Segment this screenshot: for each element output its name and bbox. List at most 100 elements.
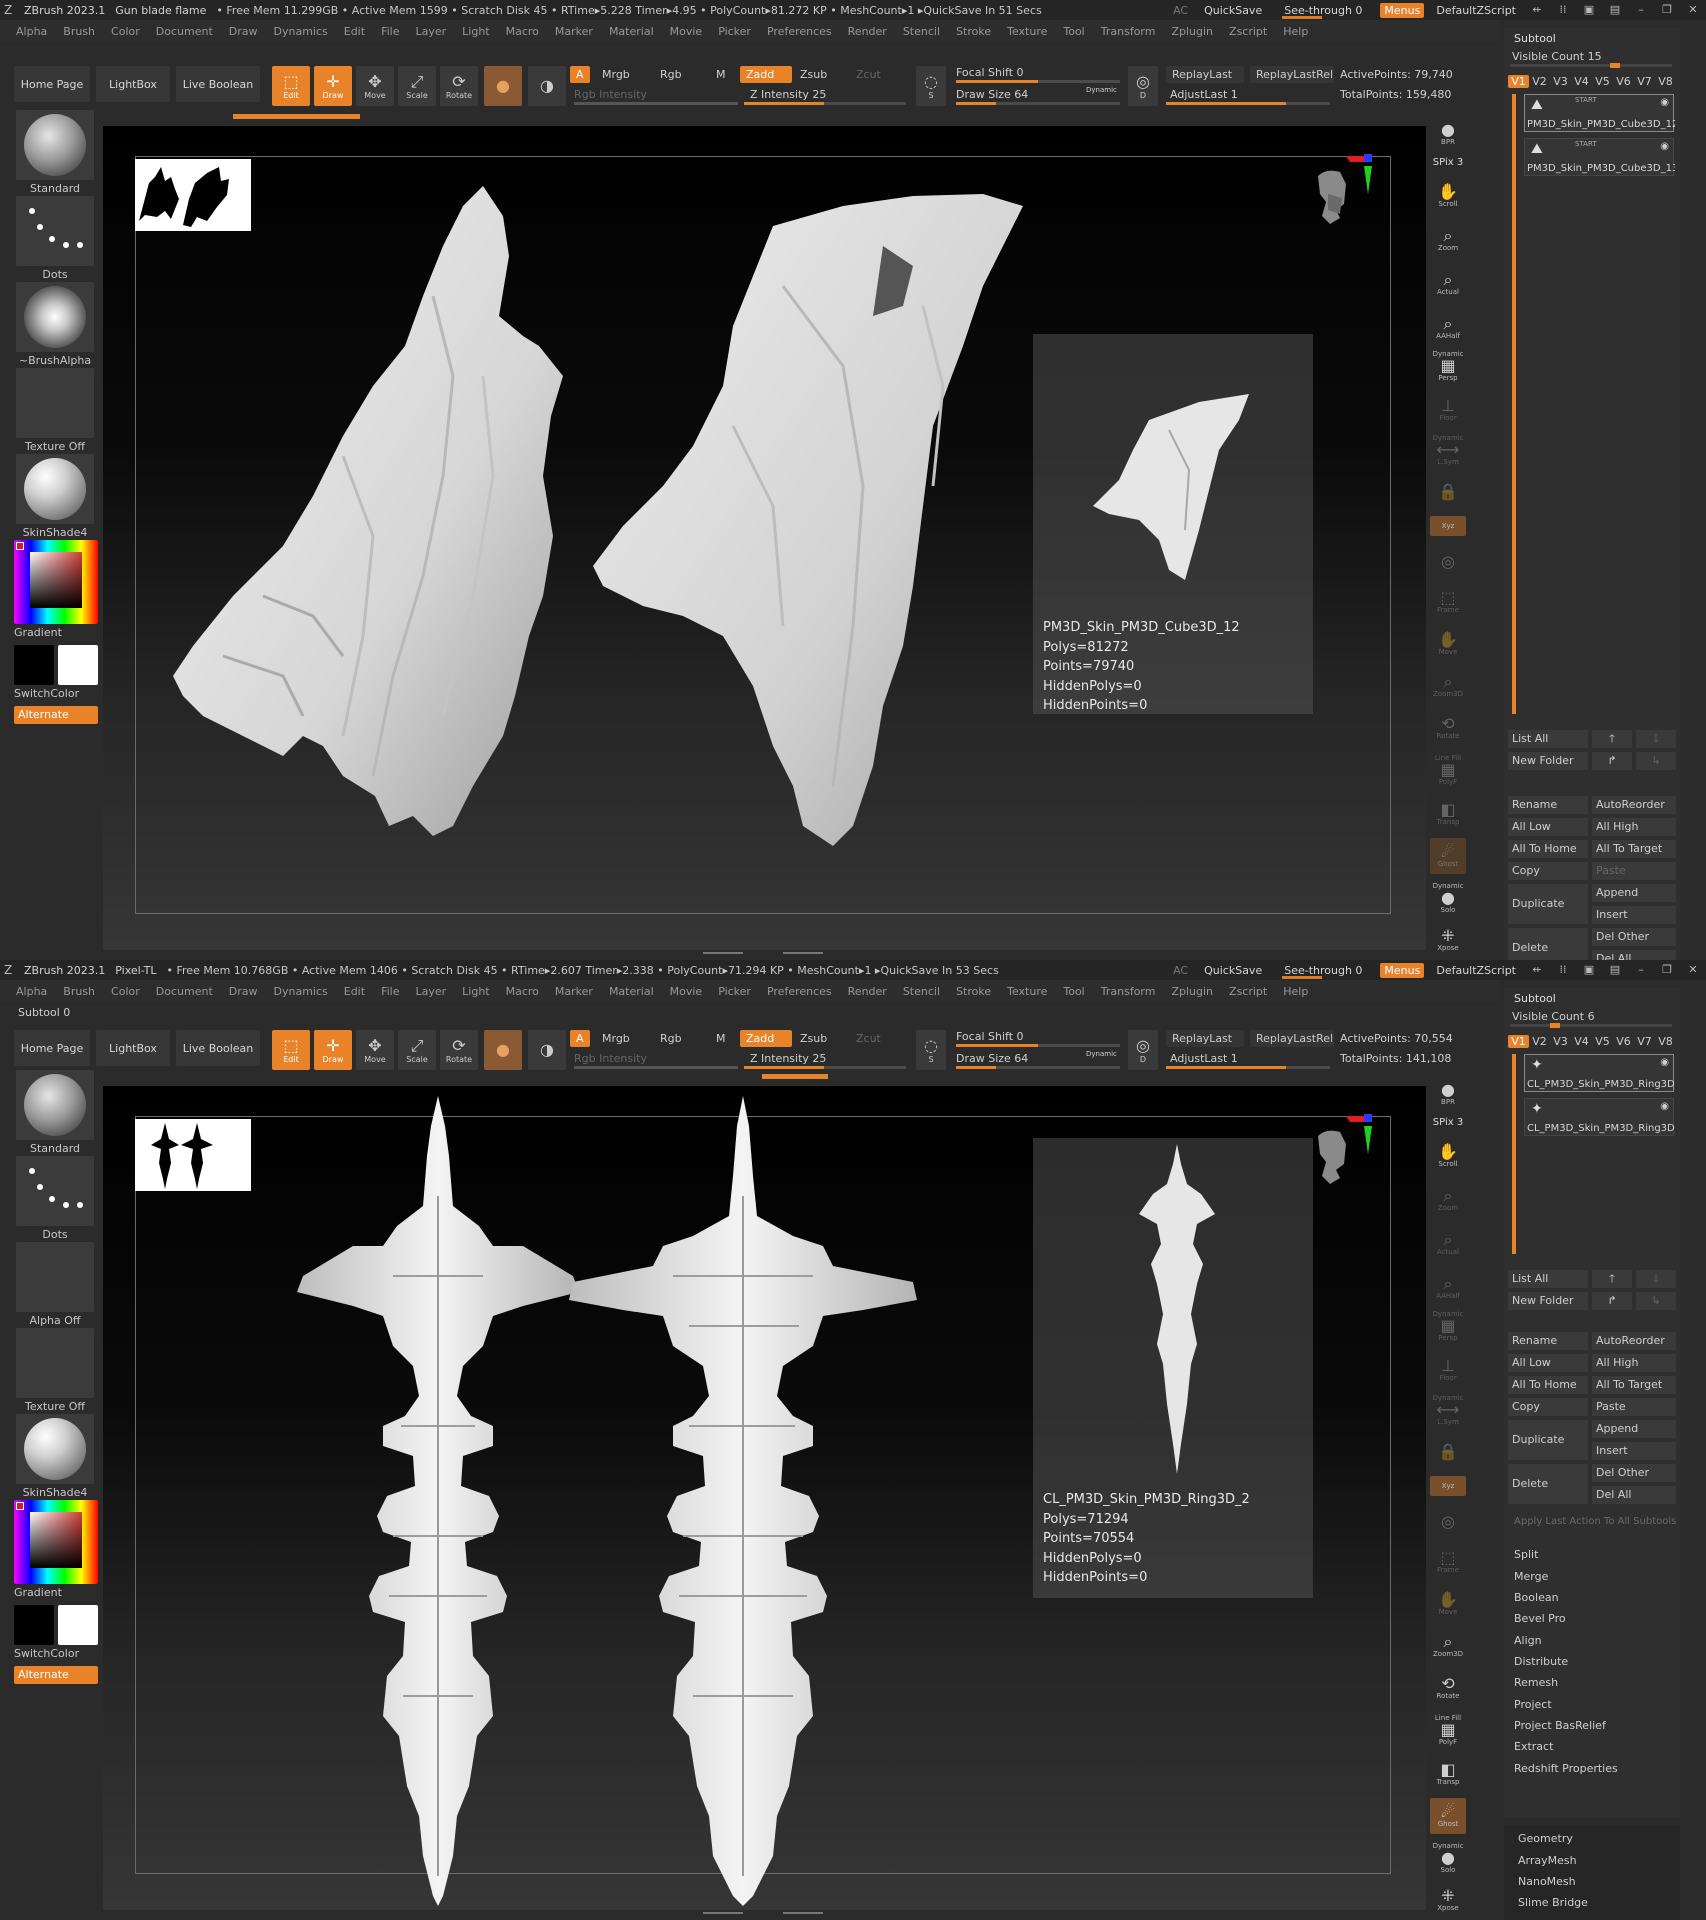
copy-button[interactable]: Copy xyxy=(1508,862,1588,880)
menu-file[interactable]: File xyxy=(381,25,399,38)
lock-button[interactable]: 🔒 xyxy=(1430,474,1466,510)
persp-button[interactable]: Dynamic ▦ Persp xyxy=(1430,348,1466,384)
spix-slider[interactable]: SPix 3 xyxy=(1430,1112,1466,1132)
switchcolor-button[interactable]: SwitchColor xyxy=(14,1647,98,1660)
color-saturation-square[interactable] xyxy=(30,552,82,608)
ghost-button[interactable]: ☄ Ghost xyxy=(1430,1798,1466,1834)
secondary-color-swatch[interactable] xyxy=(14,1605,54,1645)
blade-model-left[interactable] xyxy=(143,176,613,876)
tab-v8[interactable]: V8 xyxy=(1655,1035,1676,1048)
menu-preferences[interactable]: Preferences xyxy=(767,25,832,38)
replay-last-rel-button[interactable]: ReplayLastRel xyxy=(1250,66,1334,83)
slime-bridge-menu[interactable]: Slime Bridge xyxy=(1518,1896,1588,1909)
project-basrelief-menu[interactable]: Project BasRelief xyxy=(1514,1719,1606,1732)
menu-brush[interactable]: Brush xyxy=(63,25,95,38)
focal-shift-slider[interactable]: Focal Shift 0 xyxy=(956,1030,1024,1043)
tab-v7[interactable]: V7 xyxy=(1634,1035,1655,1048)
zsub-button[interactable]: Zsub xyxy=(800,68,827,81)
gradient-label[interactable]: Gradient xyxy=(14,1586,98,1599)
remesh-menu[interactable]: Remesh xyxy=(1514,1676,1558,1689)
zsub-button[interactable]: Zsub xyxy=(800,1032,827,1045)
draw-size-track[interactable] xyxy=(956,102,1120,105)
menu-file[interactable]: File xyxy=(381,985,399,998)
tab-v8[interactable]: V8 xyxy=(1655,75,1676,88)
move-down-icon[interactable]: 🡓 xyxy=(1636,1270,1676,1288)
menu-brush[interactable]: Brush xyxy=(63,985,95,998)
alpha-picker[interactable]: ~BrushAlpha xyxy=(14,282,96,367)
a-button[interactable]: A xyxy=(570,66,590,83)
m-button[interactable]: M xyxy=(716,68,726,81)
insert-button[interactable]: Insert xyxy=(1592,1442,1676,1460)
xyz-button[interactable]: Xyz xyxy=(1430,516,1466,536)
arraymesh-menu[interactable]: ArrayMesh xyxy=(1518,1854,1577,1867)
menu-stencil[interactable]: Stencil xyxy=(903,25,940,38)
gradient-sphere-button[interactable]: ◑ xyxy=(528,66,566,106)
main-color-swatch[interactable] xyxy=(58,1605,98,1645)
replay-last-button[interactable]: ReplayLast xyxy=(1166,1030,1244,1047)
switchcolor-button[interactable]: SwitchColor xyxy=(14,687,98,700)
rename-button[interactable]: Rename xyxy=(1508,1332,1588,1350)
zoom3d-button[interactable]: ⌕ Zoom3D xyxy=(1430,1628,1466,1664)
adjust-last-track[interactable] xyxy=(1166,102,1330,105)
texture-picker[interactable]: Texture Off xyxy=(14,1328,96,1413)
z-intensity-track[interactable] xyxy=(744,1066,906,1069)
zadd-button[interactable]: Zadd xyxy=(740,66,792,83)
rotate-button[interactable]: ⟳ Rotate xyxy=(440,1030,478,1070)
tab-v6[interactable]: V6 xyxy=(1613,75,1634,88)
menu-stroke[interactable]: Stroke xyxy=(956,25,991,38)
tab-v3[interactable]: V3 xyxy=(1550,1035,1571,1048)
viewport-canvas[interactable]: PM3D_Skin_PM3D_Cube3D_12 Polys=81272 Poi… xyxy=(103,126,1426,954)
del-other-button[interactable]: Del Other xyxy=(1592,1464,1676,1482)
split-menu[interactable]: Split xyxy=(1514,1548,1538,1561)
append-button[interactable]: Append xyxy=(1592,1420,1676,1438)
menu-zscript[interactable]: Zscript xyxy=(1229,25,1267,38)
subtool-scrollbar[interactable] xyxy=(1512,1054,1516,1254)
seethrough-slider[interactable]: See-through 0 xyxy=(1278,4,1368,19)
delete-button[interactable]: Delete xyxy=(1508,1464,1588,1504)
folder-down-icon[interactable]: ↳ xyxy=(1636,1292,1676,1310)
subtool-item[interactable]: ⛰ START ◉ PM3D_Skin_PM3D_Cube3D_13 xyxy=(1524,138,1675,176)
live-boolean-button[interactable]: Live Boolean xyxy=(176,66,260,102)
menu-color[interactable]: Color xyxy=(111,25,140,38)
menu-alpha[interactable]: Alpha xyxy=(16,25,47,38)
alternate-button[interactable]: Alternate xyxy=(14,706,98,724)
folder-down-icon[interactable]: ↳ xyxy=(1636,752,1676,770)
z-intensity-slider[interactable]: Z Intensity 25 xyxy=(750,88,826,101)
rotate-view-button[interactable]: ⟲ Rotate xyxy=(1430,1670,1466,1706)
lsym-button[interactable]: Dynamic ⟷ L.Sym xyxy=(1430,1392,1466,1428)
append-button[interactable]: Append xyxy=(1592,884,1676,902)
list-all-button[interactable]: List All xyxy=(1508,730,1588,748)
rgb-intensity-slider[interactable]: Rgb Intensity xyxy=(574,88,647,101)
transp-button[interactable]: ◧ Transp xyxy=(1430,1756,1466,1792)
merge-menu[interactable]: Merge xyxy=(1514,1570,1548,1583)
replay-last-button[interactable]: ReplayLast xyxy=(1166,66,1244,83)
restore-icon[interactable]: ❐ xyxy=(1658,4,1676,16)
tab-v5[interactable]: V5 xyxy=(1592,1035,1613,1048)
aahalf-button[interactable]: ⌕ AAHalf xyxy=(1430,310,1466,346)
local-button[interactable]: ◎ xyxy=(1430,1504,1466,1540)
subtool-item[interactable]: ✦ ◉ CL_PM3D_Skin_PM3D_Ring3D_ xyxy=(1524,1098,1675,1136)
project-menu[interactable]: Project xyxy=(1514,1698,1552,1711)
brush-picker[interactable]: Standard xyxy=(14,1070,96,1155)
folder-up-icon[interactable]: ↱ xyxy=(1592,1292,1632,1310)
lsym-button[interactable]: Dynamic ⟷ L.Sym xyxy=(1430,432,1466,468)
texture-picker[interactable]: Texture Off xyxy=(14,368,96,453)
viewport-scroll-handle[interactable] xyxy=(703,950,823,956)
close-icon[interactable]: ✕ xyxy=(1684,4,1702,16)
local-button[interactable]: ◎ xyxy=(1430,544,1466,580)
orientation-gizmo[interactable] xyxy=(1306,154,1406,274)
tab-v7[interactable]: V7 xyxy=(1634,75,1655,88)
home-page-button[interactable]: Home Page xyxy=(14,1030,90,1066)
live-boolean-button[interactable]: Live Boolean xyxy=(176,1030,260,1066)
move-down-icon[interactable]: 🡓 xyxy=(1636,730,1676,748)
scroll-button[interactable]: ✋ Scroll xyxy=(1430,178,1466,214)
seethrough-slider[interactable]: See-through 0 xyxy=(1278,964,1368,979)
bpr-button[interactable]: ● BPR xyxy=(1430,116,1466,152)
visible-count-track[interactable] xyxy=(1510,63,1672,68)
zadd-button[interactable]: Zadd xyxy=(740,1030,792,1047)
ui-layout-2-icon[interactable]: ▤ xyxy=(1606,964,1624,976)
bpr-button[interactable]: ● BPR xyxy=(1430,1076,1466,1112)
all-to-target-button[interactable]: All To Target xyxy=(1592,840,1676,858)
menu-macro[interactable]: Macro xyxy=(506,985,539,998)
material-swatch-button[interactable]: ● xyxy=(484,1030,522,1070)
